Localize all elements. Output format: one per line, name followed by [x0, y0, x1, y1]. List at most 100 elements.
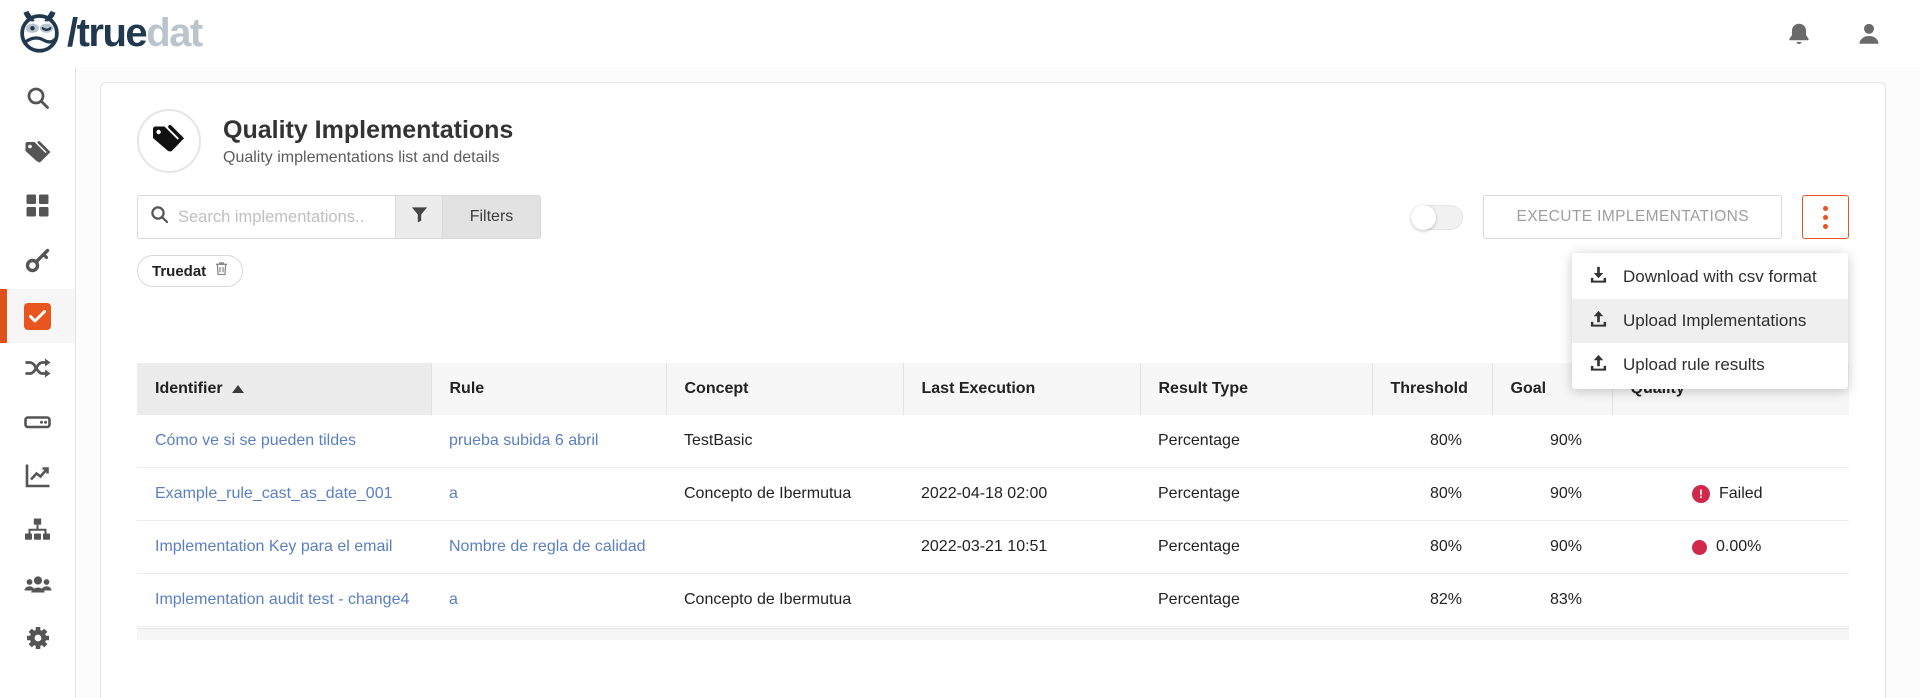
identifier-link[interactable]: Cómo ve si se pueden tildes — [155, 432, 356, 449]
goal-cell: 90% — [1492, 415, 1612, 468]
menu-item-upload-implementations[interactable]: Upload Implementations — [1572, 299, 1848, 343]
rule-link[interactable]: prueba subida 6 abril — [449, 432, 598, 449]
quality-implementations-card: Quality Implementations Quality implemen… — [100, 82, 1886, 698]
quality-value-label: 0.00% — [1716, 538, 1761, 556]
toggle-knob — [1411, 205, 1436, 230]
sidebar-item-lineage[interactable] — [0, 343, 75, 397]
users-icon — [24, 572, 52, 601]
last-execution-cell — [903, 415, 1140, 468]
app-logo[interactable]: /truedat — [16, 8, 202, 60]
concept-cell: TestBasic — [666, 415, 903, 468]
menu-item-upload-rule-results[interactable]: Upload rule results — [1572, 343, 1848, 387]
quality-cell — [1612, 574, 1849, 627]
column-header-rule[interactable]: Rule — [431, 363, 666, 415]
sidebar-item-groups[interactable] — [0, 559, 75, 613]
threshold-cell: 80% — [1372, 521, 1492, 574]
identifier-link[interactable]: Implementation audit test - change4 — [155, 591, 409, 608]
kebab-menu-button[interactable] — [1802, 195, 1849, 239]
quality-cell — [1612, 415, 1849, 468]
search-input-wrap — [137, 195, 395, 239]
user-icon[interactable] — [1856, 21, 1882, 47]
menu-item-label: Upload Implementations — [1623, 311, 1806, 331]
sidebar-item-settings[interactable] — [0, 613, 75, 667]
sidebar — [0, 67, 76, 698]
last-execution-cell: 2022-03-21 10:51 — [903, 521, 1140, 574]
search-input[interactable] — [178, 208, 383, 227]
identifier-link[interactable]: Implementation Key para el email — [155, 538, 392, 555]
goal-cell: 90% — [1492, 521, 1612, 574]
result-type-cell: Percentage — [1140, 415, 1372, 468]
trash-icon[interactable] — [215, 261, 228, 281]
sitemap-icon — [24, 517, 51, 547]
funnel-icon — [411, 206, 428, 228]
implementations-table: Identifier Rule Concept Last Execution R… — [137, 363, 1849, 640]
quality-cell: ! Failed — [1612, 468, 1849, 521]
kebab-dropdown-menu: Download with csv format Upload Implemen… — [1572, 253, 1848, 389]
error-circle-icon: ! — [1692, 485, 1710, 503]
concept-cell: Concepto de Ibermutua — [666, 574, 903, 627]
drive-icon — [24, 410, 51, 439]
quality-status-label: Failed — [1719, 485, 1763, 503]
menu-item-label: Download with csv format — [1623, 267, 1817, 287]
tag-icon — [24, 140, 51, 169]
sidebar-item-tags[interactable] — [0, 127, 75, 181]
table-row: Cómo ve si se pueden tildes prueba subid… — [137, 415, 1849, 468]
search-icon — [25, 85, 51, 116]
gear-icon — [25, 625, 51, 656]
result-type-cell: Percentage — [1140, 574, 1372, 627]
kebab-icon — [1823, 206, 1828, 229]
logo-text: /truedat — [67, 11, 202, 56]
key-icon — [25, 247, 51, 278]
menu-item-download-csv[interactable]: Download with csv format — [1572, 255, 1848, 299]
sidebar-item-insights[interactable] — [0, 451, 75, 505]
menu-item-label: Upload rule results — [1623, 355, 1765, 375]
main-content: Quality Implementations Quality implemen… — [76, 67, 1920, 698]
column-header-last-execution[interactable]: Last Execution — [903, 363, 1140, 415]
page-title: Quality Implementations — [223, 116, 513, 145]
identifier-link[interactable]: Example_rule_cast_as_date_001 — [155, 485, 393, 502]
filters-button[interactable]: Filters — [442, 195, 541, 239]
page-subtitle: Quality implementations list and details — [223, 149, 513, 167]
chip-label: Truedat — [152, 263, 206, 280]
sidebar-item-quality[interactable] — [0, 289, 75, 343]
sidebar-item-permissions[interactable] — [0, 235, 75, 289]
column-header-result-type[interactable]: Result Type — [1140, 363, 1372, 415]
sidebar-item-sources[interactable] — [0, 397, 75, 451]
column-header-concept[interactable]: Concept — [666, 363, 903, 415]
rule-link[interactable]: Nombre de regla de calidad — [449, 538, 646, 555]
sidebar-item-structures[interactable] — [0, 505, 75, 559]
goal-cell: 90% — [1492, 468, 1612, 521]
table-row: Example_rule_cast_as_date_001 a Concepto… — [137, 468, 1849, 521]
grid-icon — [25, 193, 50, 223]
table-footer-strip — [137, 628, 1849, 640]
sort-asc-icon — [232, 385, 244, 393]
owl-icon — [16, 8, 63, 60]
red-dot-icon — [1692, 540, 1707, 555]
rule-link[interactable]: a — [449, 591, 458, 608]
last-execution-cell — [903, 574, 1140, 627]
execute-toggle[interactable] — [1411, 205, 1463, 230]
column-header-identifier[interactable]: Identifier — [137, 363, 431, 415]
topbar: /truedat — [0, 0, 1920, 67]
bell-icon[interactable] — [1786, 21, 1812, 47]
search-icon — [150, 205, 169, 229]
goal-cell: 83% — [1492, 574, 1612, 627]
filter-funnel-button[interactable] — [395, 195, 442, 239]
upload-icon — [1589, 309, 1608, 333]
execute-implementations-button[interactable]: EXECUTE IMPLEMENTATIONS — [1483, 195, 1782, 239]
last-execution-cell: 2022-04-18 02:00 — [903, 468, 1140, 521]
quality-cell: 0.00% — [1612, 521, 1849, 574]
tag-icon — [151, 124, 187, 159]
concept-cell: Concepto de Ibermutua — [666, 468, 903, 521]
filter-chip-truedat: Truedat — [137, 255, 243, 287]
rule-link[interactable]: a — [449, 485, 458, 502]
concept-cell — [666, 521, 903, 574]
sidebar-item-dashboard[interactable] — [0, 181, 75, 235]
result-type-cell: Percentage — [1140, 521, 1372, 574]
table-row: Implementation Key para el email Nombre … — [137, 521, 1849, 574]
column-header-threshold[interactable]: Threshold — [1372, 363, 1492, 415]
threshold-cell: 80% — [1372, 415, 1492, 468]
threshold-cell: 82% — [1372, 574, 1492, 627]
sidebar-item-search[interactable] — [0, 73, 75, 127]
download-icon — [1589, 265, 1608, 289]
